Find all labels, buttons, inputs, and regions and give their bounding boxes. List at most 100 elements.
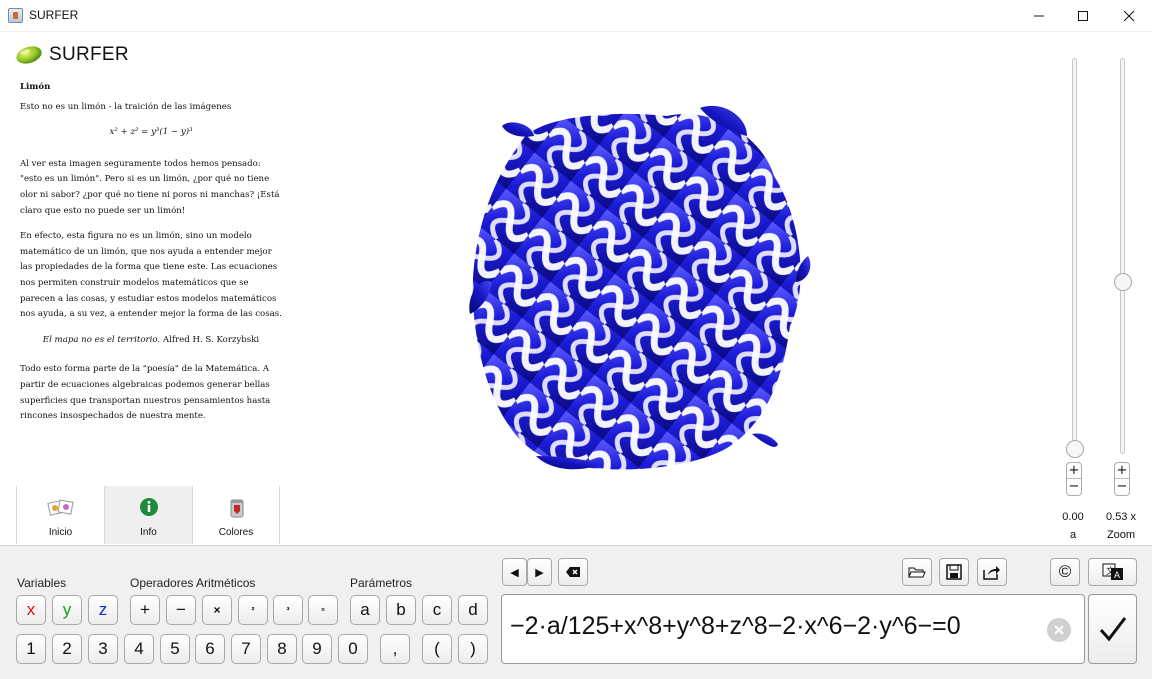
operators-label: Operadores Aritméticos [130,576,256,590]
info-icon [140,498,158,516]
key-1[interactable]: 1 [16,634,46,664]
minimize-button[interactable] [1016,0,1062,32]
surfer-logo: SURFER [14,44,129,66]
tab-inicio-label: Inicio [48,527,73,538]
copyright-icon: © [1058,562,1072,581]
info-document: Limón Esto no es un limón - la traición … [20,80,282,435]
surface-mesh [469,105,811,470]
slider-a-increase-button[interactable]: + [1067,463,1081,479]
doc-subtitle: Esto no es un limón - la traición de las… [20,101,232,112]
key-paren-close[interactable]: ) [458,634,488,664]
key-3[interactable]: 3 [88,634,118,664]
equation-input[interactable]: −2·a/125+x^8+y^8+z^8−2·x^6−2·y^6−=0 [501,594,1085,664]
maximize-button[interactable] [1060,0,1106,32]
key-7[interactable]: 7 [231,634,261,664]
backspace-icon [566,567,580,577]
key-minus[interactable]: − [166,595,196,625]
close-icon [1123,10,1135,22]
key-cube[interactable]: ³ [273,595,303,625]
paint-bucket-icon [230,499,244,518]
clear-icon [1054,625,1064,635]
key-z[interactable]: z [88,595,118,625]
apply-equation-button[interactable] [1088,594,1137,664]
key-x[interactable]: x [16,595,46,625]
parameters-label: Parámetros [350,576,413,590]
slider-zoom-thumb[interactable] [1114,273,1132,292]
doc-quote: El mapa no es el territorio. Alfred H. S… [20,333,282,349]
doc-paragraph-3: Todo esto forma parte de la "poesía" de … [20,364,271,422]
key-4[interactable]: 4 [124,634,154,664]
close-button[interactable] [1106,0,1152,32]
slider-a-stepper[interactable]: + − [1066,462,1082,496]
language-icon: 文A [1102,563,1123,580]
key-y[interactable]: y [52,595,82,625]
key-6[interactable]: 6 [195,634,225,664]
logo-text: SURFER [49,44,129,65]
key-2[interactable]: 2 [52,634,82,664]
java-app-icon [8,8,23,23]
slider-a-decrease-button[interactable]: − [1067,479,1081,495]
key-9[interactable]: 9 [302,634,332,664]
cursor-left-button[interactable]: ◀ [502,558,527,586]
equation-text[interactable]: −2·a/125+x^8+y^8+z^8−2·x^6−2·y^6−=0 [510,612,961,641]
slider-a-track[interactable] [1072,58,1077,448]
clear-equation-button[interactable] [1047,618,1071,642]
doc-quote-text: El mapa no es el territorio. [42,334,161,345]
title-bar: SURFER [0,0,1152,32]
key-square[interactable]: ² [238,595,268,625]
doc-formula: x² + z² = y³(1 − y)³ [109,127,193,138]
gallery-icon [47,499,74,516]
doc-paragraph-2: En efecto, esta figura no es un limón, s… [20,231,282,320]
key-8[interactable]: 8 [267,634,297,664]
key-plus[interactable]: + [130,595,160,625]
export-button[interactable] [977,558,1007,586]
window-title: SURFER [29,8,79,22]
doc-heading: Limón [20,82,51,92]
open-file-button[interactable] [902,558,932,586]
export-icon [983,566,1000,580]
variables-label: Variables [17,576,67,590]
slider-a-value: 0.00 [1062,511,1084,523]
slider-zoom-label: Zoom [1106,529,1136,541]
minimize-icon [1034,15,1044,17]
svg-text:A: A [1114,570,1120,580]
key-5[interactable]: 5 [160,634,190,664]
doc-quote-author: Alfred H. S. Korzybski [160,334,260,345]
cursor-right-button[interactable]: ▶ [527,558,552,586]
slider-zoom-value: 0.53 x [1106,511,1136,523]
tab-info-label: Info [140,527,157,538]
maximize-icon [1078,11,1088,21]
cursor-right-icon: ▶ [535,565,544,579]
slider-zoom-increase-button[interactable]: + [1115,463,1129,479]
key-param-d[interactable]: d [458,595,488,625]
key-param-a[interactable]: a [350,595,380,625]
save-button[interactable] [939,558,969,586]
key-comma[interactable]: , [380,634,410,664]
tab-colores-label: Colores [218,527,254,538]
key-power-n[interactable]: ⁿ [308,595,338,625]
language-button[interactable]: 文A [1088,558,1137,586]
key-param-b[interactable]: b [386,595,416,625]
key-0[interactable]: 0 [338,634,368,664]
slider-zoom-stepper[interactable]: + − [1114,462,1130,496]
key-times[interactable]: × [202,595,232,625]
copyright-button[interactable]: © [1050,558,1080,586]
slider-a-thumb[interactable] [1066,440,1084,458]
backspace-button[interactable] [558,558,588,586]
slider-zoom-decrease-button[interactable]: − [1115,479,1129,495]
tab-colores[interactable]: Colores [192,486,280,544]
left-panel-tabs: Inicio Info Colores [16,486,282,544]
folder-open-icon [908,567,926,578]
doc-paragraph-1: Al ver esta imagen seguramente todos hem… [20,158,280,216]
key-paren-open[interactable]: ( [422,634,452,664]
surface-render-view[interactable] [462,96,814,482]
key-param-c[interactable]: c [422,595,452,625]
equation-editor-panel: Variables Operadores Aritméticos Parámet… [0,545,1152,679]
save-icon [946,564,962,580]
slider-zoom-track[interactable] [1120,58,1125,454]
checkmark-icon [1099,617,1126,642]
tab-inicio[interactable]: Inicio [16,486,104,544]
cursor-left-icon: ◀ [510,565,519,579]
slider-a-label: a [1069,529,1077,541]
tab-info[interactable]: Info [104,486,192,544]
